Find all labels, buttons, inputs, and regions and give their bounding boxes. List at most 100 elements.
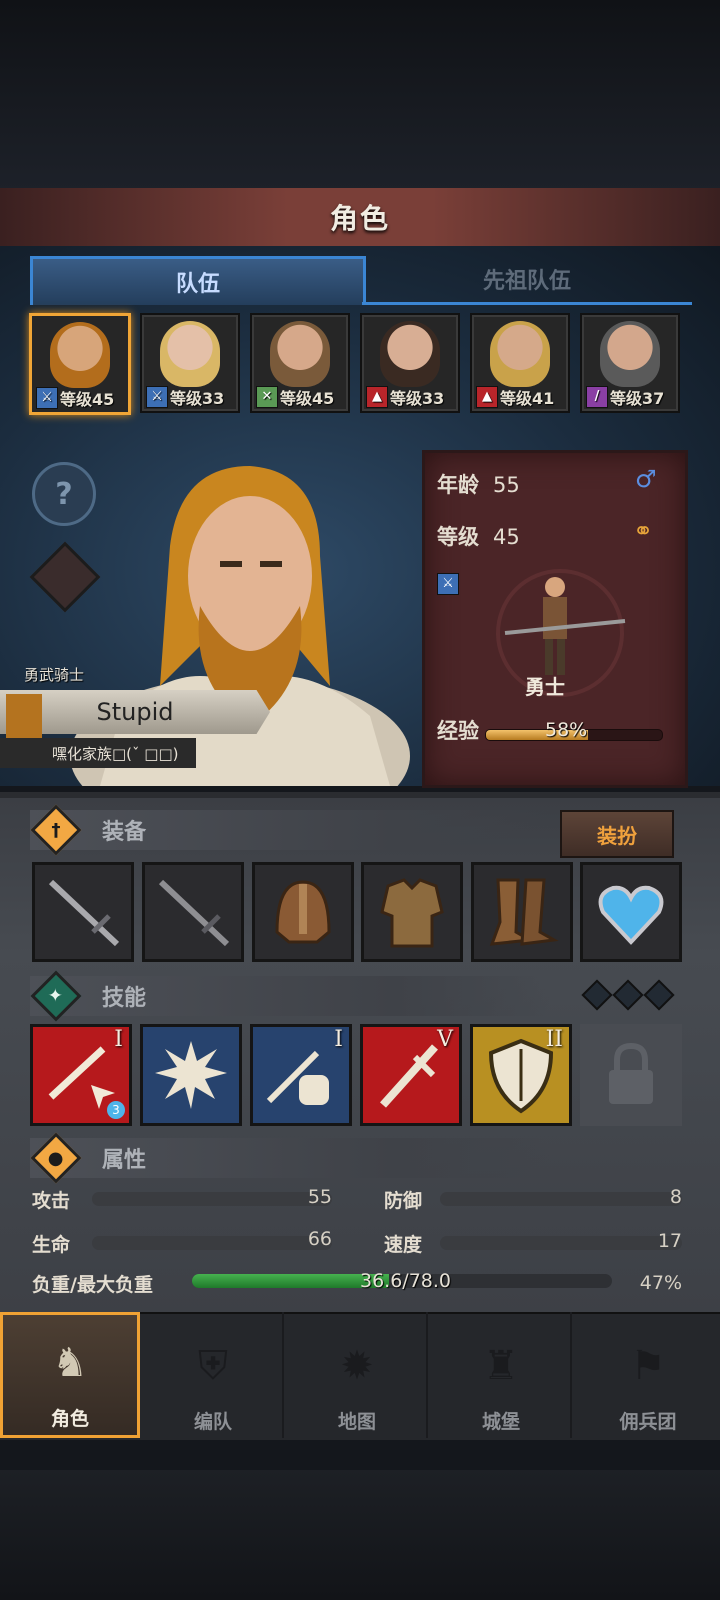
knight-icon: ♞ (52, 1340, 88, 1386)
party-member-4[interactable]: ▲ 等级33 (360, 313, 460, 413)
level-value: 45 (493, 525, 520, 549)
party-member-3[interactable]: ✕ 等级45 (250, 313, 350, 413)
helmet-icon (275, 880, 331, 944)
skill-slot-locked[interactable] (580, 1024, 682, 1126)
skill-5[interactable]: II (470, 1024, 572, 1126)
armor-icon (380, 878, 444, 948)
top-background (0, 0, 720, 190)
skill-tier: I (334, 1027, 343, 1052)
equip-slot-boots[interactable] (471, 862, 573, 962)
dress-up-button[interactable]: 装扮 (560, 810, 674, 858)
equip-slot-armor[interactable] (361, 862, 463, 962)
load-value: 36.6/78.0 (360, 1270, 452, 1292)
page-title-bar: 角色 (0, 188, 720, 249)
tab-team[interactable]: 队伍 (30, 256, 366, 305)
equip-slot-weapon-1[interactable] (32, 862, 134, 962)
skill-2[interactable] (140, 1024, 242, 1126)
rings-icon: ⚭ (633, 517, 654, 545)
nav-mercenary[interactable]: ⚑ 佣兵团 (576, 1312, 720, 1438)
class-name: 勇士 (525, 675, 565, 699)
male-icon: ♂ (635, 465, 657, 493)
party-member-1[interactable]: ⚔ 等级45 (29, 313, 131, 415)
hero-class-title: 勇武骑士 (24, 666, 85, 684)
level-label: 等级37 (610, 389, 665, 408)
portrait (380, 321, 440, 387)
equip-slot-weapon-2[interactable] (142, 862, 244, 962)
equip-slot-amulet[interactable] (580, 862, 682, 962)
nav-map[interactable]: ✹ 地图 (288, 1312, 428, 1438)
cross-icon: † (30, 804, 82, 856)
exp-label: 经验 (437, 719, 479, 743)
page-title: 角色 (329, 202, 390, 235)
nav-formation-label: 编队 (193, 1411, 232, 1433)
skill-3[interactable]: I (250, 1024, 352, 1126)
person-icon: ● (30, 1132, 82, 1184)
wolf-icon: ▲ (366, 386, 388, 408)
boots-icon (489, 878, 559, 946)
hero-portrait (70, 466, 410, 786)
skill-charge-badge: 3 (107, 1101, 125, 1119)
portrait (270, 321, 330, 387)
speed-label: 速度 (384, 1234, 423, 1256)
age-row: 年龄 55 (437, 469, 520, 499)
hero-name: Stupid (96, 698, 174, 726)
exp-percent: 58% (545, 719, 588, 741)
skill-slot-dot (612, 979, 644, 1011)
sword-icon (48, 879, 120, 947)
question-icon: ? (55, 476, 73, 512)
skill-tier: II (545, 1027, 563, 1052)
castle-icon: ♜ (483, 1343, 519, 1389)
load-percent: 47% (639, 1272, 682, 1294)
skills-header: ✦ 技能 (30, 970, 550, 1022)
equip-slot-helmet[interactable] (252, 862, 354, 962)
compass-icon: ✹ (340, 1343, 374, 1389)
skill-tier: I (114, 1027, 123, 1052)
mercenary-icon: ⚑ (630, 1343, 666, 1389)
star-icon: ✦ (30, 970, 82, 1022)
portrait (160, 321, 220, 387)
sword-class-icon: ⚔ (437, 573, 459, 595)
skill-1[interactable]: I 3 (30, 1024, 132, 1126)
attributes-header: ● 属性 (30, 1132, 550, 1184)
nav-map-label: 地图 (337, 1411, 376, 1433)
equipment-header: † 装备 (30, 804, 550, 856)
lock-icon (609, 1042, 653, 1104)
skill-slot-dot (581, 979, 613, 1011)
attack-label: 攻击 (32, 1190, 71, 1212)
party-member-5[interactable]: ▲ 等级41 (470, 313, 570, 413)
party-member-6[interactable]: / 等级37 (580, 313, 680, 413)
level-row: 等级 45 (437, 521, 520, 551)
defense-value: 8 (669, 1186, 682, 1208)
attributes-title: 属性 (102, 1148, 147, 1173)
fist-burst-icon (155, 1041, 227, 1109)
level-label: 等级 (437, 525, 479, 549)
family-name-plate[interactable]: 嘿化家族□(ˇ □□) (0, 738, 196, 768)
stat-card: 年龄 55 ♂ 等级 45 ⚭ ⚔ 勇士 经验 58% (422, 450, 688, 788)
heart-amulet-icon (598, 885, 664, 945)
helmet-group-icon: ⛨ (198, 1343, 228, 1389)
tab-team-label: 队伍 (175, 272, 220, 297)
skill-tier: V (437, 1027, 453, 1052)
level-label: 等级41 (500, 389, 555, 408)
nav-castle-label: 城堡 (481, 1411, 520, 1433)
level-label: 等级45 (280, 389, 335, 408)
dress-up-label: 装扮 (597, 823, 637, 848)
portrait (50, 322, 110, 388)
family-name: 嘿化家族□(ˇ □□) (52, 744, 179, 763)
portrait (600, 321, 660, 387)
crossed-arrows-icon: ✕ (256, 386, 278, 408)
sword-icon (158, 879, 230, 947)
level-label: 等级33 (390, 389, 445, 408)
party-member-2[interactable]: ⚔ 等级33 (140, 313, 240, 413)
nav-formation[interactable]: ⛨ 编队 (144, 1312, 284, 1438)
skill-4[interactable]: V (360, 1024, 462, 1126)
age-value: 55 (493, 473, 520, 497)
sword-icon: ⚔ (146, 386, 168, 408)
level-label: 等级45 (60, 390, 115, 409)
tab-ancestor-team[interactable]: 先祖队伍 (362, 256, 692, 305)
staff-icon: / (586, 386, 608, 408)
help-button[interactable]: ? (32, 462, 96, 526)
nav-character[interactable]: ♞ 角色 (0, 1312, 140, 1438)
nav-castle[interactable]: ♜ 城堡 (432, 1312, 572, 1438)
fist-sword-icon (266, 1050, 329, 1105)
